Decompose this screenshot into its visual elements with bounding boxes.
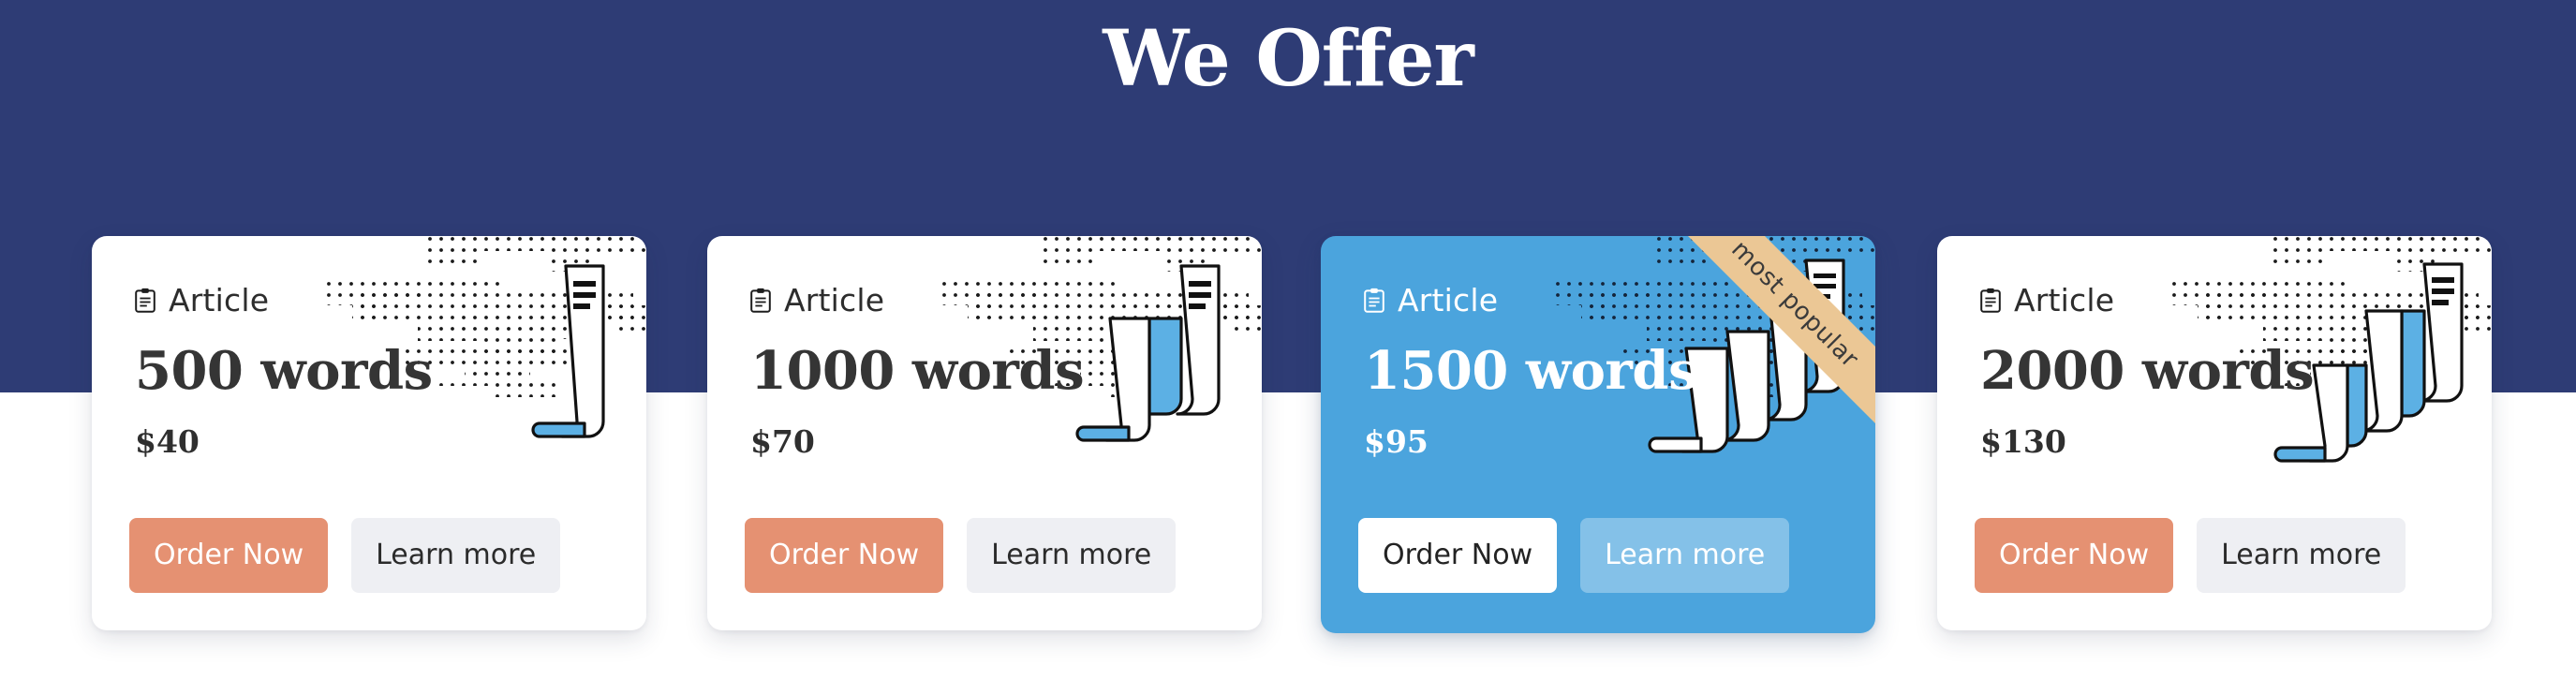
card-word-count: 500 words xyxy=(135,340,433,402)
card-category: Article xyxy=(1980,285,2114,316)
card-category-label: Article xyxy=(1398,282,1499,318)
learn-more-button[interactable]: Learn more xyxy=(2197,518,2406,593)
card-word-count: 2000 words xyxy=(1980,340,2315,402)
order-now-button[interactable]: Order Now xyxy=(745,518,944,593)
pricing-section: We Offer Article 500 words $40 Order Now… xyxy=(0,0,2576,680)
card-category-label: Article xyxy=(784,282,885,318)
clipboard-icon xyxy=(750,288,771,313)
card-price: $130 xyxy=(1980,423,2066,460)
learn-more-button[interactable]: Learn more xyxy=(967,518,1177,593)
card-actions: Order Now Learn more xyxy=(129,518,561,593)
card-category: Article xyxy=(750,285,884,316)
card-price: $70 xyxy=(750,423,815,460)
ribbon-label: most popular xyxy=(1725,236,1864,374)
card-price: $95 xyxy=(1364,423,1429,460)
card-actions: Order Now Learn more xyxy=(1358,518,1790,593)
pricing-card-list: Article 500 words $40 Order Now Learn mo… xyxy=(0,0,2576,680)
clipboard-icon xyxy=(135,288,155,313)
order-now-button[interactable]: Order Now xyxy=(1975,518,2174,593)
order-now-button[interactable]: Order Now xyxy=(129,518,329,593)
clipboard-icon xyxy=(1980,288,2001,313)
clipboard-icon xyxy=(1364,288,1384,313)
card-word-count: 1500 words xyxy=(1364,340,1698,402)
pricing-card[interactable]: Article 1000 words $70 Order Now Learn m… xyxy=(707,236,1262,630)
card-word-count: 1000 words xyxy=(750,340,1085,402)
card-category: Article xyxy=(135,285,269,316)
card-category-label: Article xyxy=(169,282,270,318)
pricing-card[interactable]: Article 2000 words $130 Order Now Learn … xyxy=(1937,236,2492,630)
card-category-label: Article xyxy=(2014,282,2115,318)
learn-more-button[interactable]: Learn more xyxy=(1580,518,1790,593)
pricing-card-featured[interactable]: most popular Article 1500 words $95 Orde… xyxy=(1321,236,1875,633)
order-now-button[interactable]: Order Now xyxy=(1358,518,1558,593)
card-actions: Order Now Learn more xyxy=(745,518,1177,593)
pricing-card[interactable]: Article 500 words $40 Order Now Learn mo… xyxy=(92,236,646,630)
most-popular-ribbon: most popular xyxy=(1669,236,1875,430)
card-category: Article xyxy=(1364,285,1498,316)
card-price: $40 xyxy=(135,423,200,460)
card-actions: Order Now Learn more xyxy=(1975,518,2406,593)
learn-more-button[interactable]: Learn more xyxy=(351,518,561,593)
